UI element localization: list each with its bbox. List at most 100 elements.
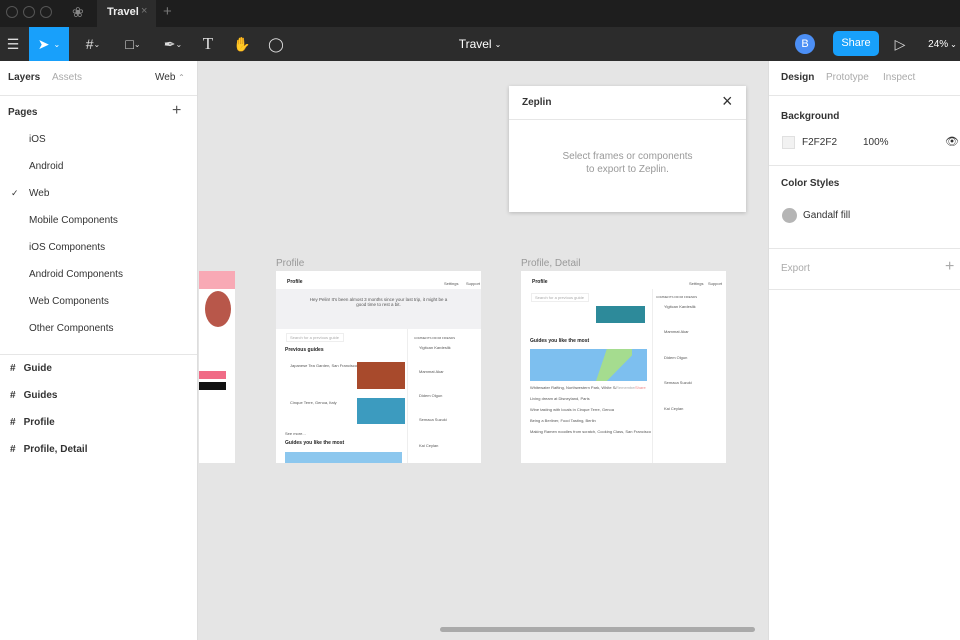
zeplin-plugin-dialog: Zeplin × Select frames or components to e…: [509, 86, 746, 212]
add-export-button[interactable]: +: [945, 258, 954, 276]
close-icon[interactable]: ×: [722, 91, 733, 112]
figma-logo-icon[interactable]: ❀: [72, 4, 84, 21]
friend-name: Yigitcan Kardeslik: [664, 304, 696, 309]
menu-icon[interactable]: ☰: [0, 27, 26, 61]
nav-link: Settings: [444, 281, 459, 286]
tab-title: Travel: [107, 6, 139, 18]
toolbar: ☰ ➤ ⌄ # ⌄ □ ⌄ ✒ ⌄ T ✋ ◯ Travel ⌄ B Share ▷ 24…: [0, 27, 960, 61]
nav-link: Settings: [689, 281, 704, 286]
eye-visibility-icon[interactable]: 👁: [945, 135, 959, 148]
share-link: Share: [635, 385, 646, 390]
tab-bar: ❀ Travel × +: [0, 0, 960, 27]
message-line: to export to Zeplin.: [586, 164, 669, 175]
frame-label[interactable]: Profile: [276, 258, 304, 269]
background-hex[interactable]: F2F2F2: [802, 137, 837, 148]
move-tool-button[interactable]: ➤ ⌄: [29, 27, 69, 61]
page-item[interactable]: Other Components: [29, 323, 114, 334]
friend-name: Kai Ceylan: [664, 406, 684, 411]
color-swatch: [782, 208, 797, 223]
friend-name: Didem Olgun: [664, 355, 688, 360]
layer-item[interactable]: # Guide: [10, 363, 52, 374]
avatar[interactable]: B: [795, 34, 815, 54]
layer-label: Profile: [23, 417, 55, 428]
page-item[interactable]: iOS Components: [29, 242, 105, 253]
file-title-menu[interactable]: Travel ⌄: [440, 27, 520, 61]
horizontal-scrollbar[interactable]: [440, 627, 755, 632]
frame-icon: #: [10, 390, 16, 401]
section-title: Previous guides: [285, 347, 324, 353]
friend-name: Yigitcan Kardeslik: [419, 345, 451, 350]
layer-item[interactable]: # Guides: [10, 390, 57, 401]
guide-frame-partial[interactable]: [199, 271, 235, 463]
right-panel: Design Prototype Inspect Background F2F2…: [768, 61, 960, 640]
window-close-button[interactable]: [6, 6, 18, 18]
friend-name: Kai Ceylan: [419, 443, 439, 448]
background-swatch[interactable]: [782, 136, 795, 149]
tab-travel[interactable]: Travel ×: [97, 0, 156, 27]
dialog-title: Zeplin: [522, 97, 552, 108]
frame-icon: #: [85, 36, 94, 52]
layer-item[interactable]: # Profile: [10, 417, 55, 428]
zoom-level: 24%: [928, 38, 949, 50]
message-line: Select frames or components: [562, 151, 693, 162]
comment-tool-icon[interactable]: ◯: [266, 27, 286, 61]
pen-tool-button[interactable]: ✒ ⌄: [158, 27, 188, 61]
hand-tool-icon[interactable]: ✋: [232, 27, 252, 61]
shape-tool-button[interactable]: □ ⌄: [118, 27, 148, 61]
greeting-text: Hey Pelin! It's been almost 3 months sin…: [309, 297, 448, 307]
window-zoom-button[interactable]: [40, 6, 52, 18]
comments-title: COMMENTS FROM FRIENDS: [414, 336, 456, 340]
list-item: Living dream at Disneyland, Paris: [530, 396, 590, 401]
section-title: Guides you like the most: [530, 338, 590, 344]
profile-detail-frame[interactable]: Profile Settings Support Search for a pr…: [521, 271, 726, 463]
background-opacity[interactable]: 100%: [863, 137, 889, 148]
tab-design[interactable]: Design: [781, 72, 814, 83]
page-selector-label: Web: [155, 72, 176, 83]
frame-icon: #: [10, 363, 16, 374]
color-style-name[interactable]: Gandalf fill: [803, 210, 850, 221]
page-selector[interactable]: Web ⌃: [155, 72, 185, 83]
section-title: Guides you like the most: [285, 440, 345, 446]
page-item[interactable]: Android Components: [29, 269, 123, 280]
frame-tool-button[interactable]: # ⌄: [78, 27, 108, 61]
list-item: Making Ramen noodles from scratch, Cooki…: [530, 429, 651, 434]
dialog-message: Select frames or components to export to …: [509, 150, 746, 176]
checkmark-icon: ✓: [11, 188, 19, 198]
pages-title: Pages: [8, 107, 38, 118]
frame-label[interactable]: Profile, Detail: [521, 258, 580, 269]
frame-header: Profile: [287, 279, 303, 285]
export-title: Export: [781, 263, 810, 274]
layer-label: Guide: [23, 363, 52, 374]
frame-icon: #: [10, 417, 16, 428]
page-item-selected[interactable]: Web: [29, 188, 49, 199]
zoom-dropdown[interactable]: 24% ⌄: [925, 27, 960, 61]
tab-prototype[interactable]: Prototype: [826, 72, 869, 83]
comments-title: COMMENTS FROM FRIENDS: [656, 295, 698, 299]
page-item[interactable]: Mobile Components: [29, 215, 118, 226]
layer-item[interactable]: # Profile, Detail: [10, 444, 87, 455]
tab-layers[interactable]: Layers: [8, 72, 40, 83]
page-item[interactable]: Android: [29, 161, 63, 172]
nav-link: Support: [708, 281, 723, 286]
profile-frame[interactable]: Profile Settings Support Hey Pelin! It's…: [276, 271, 481, 463]
search-input: Search for a previous guide: [286, 333, 344, 342]
page-item[interactable]: iOS: [29, 134, 46, 145]
left-panel: Layers Assets Web ⌃ Pages + ✓ iOS Androi…: [0, 61, 198, 640]
cursor-arrow-icon: ➤: [37, 35, 50, 52]
rectangle-icon: □: [125, 36, 134, 52]
chevron-down-icon: ⌄: [53, 39, 61, 49]
window-minimize-button[interactable]: [23, 6, 35, 18]
text-tool-icon[interactable]: T: [198, 27, 218, 61]
tab-inspect[interactable]: Inspect: [883, 72, 915, 83]
share-button[interactable]: Share: [833, 31, 879, 56]
close-tab-icon[interactable]: ×: [141, 5, 147, 17]
present-play-icon[interactable]: ▷: [892, 27, 908, 61]
background-title: Background: [781, 111, 840, 122]
page-item[interactable]: Web Components: [29, 296, 109, 307]
new-tab-button[interactable]: +: [163, 3, 172, 20]
pen-icon: ✒: [163, 35, 176, 52]
add-page-button[interactable]: +: [172, 102, 181, 120]
tab-assets[interactable]: Assets: [52, 72, 82, 83]
friend-name: Didem Olgun: [419, 393, 443, 398]
friend-name: Mammat Akar: [664, 329, 689, 334]
